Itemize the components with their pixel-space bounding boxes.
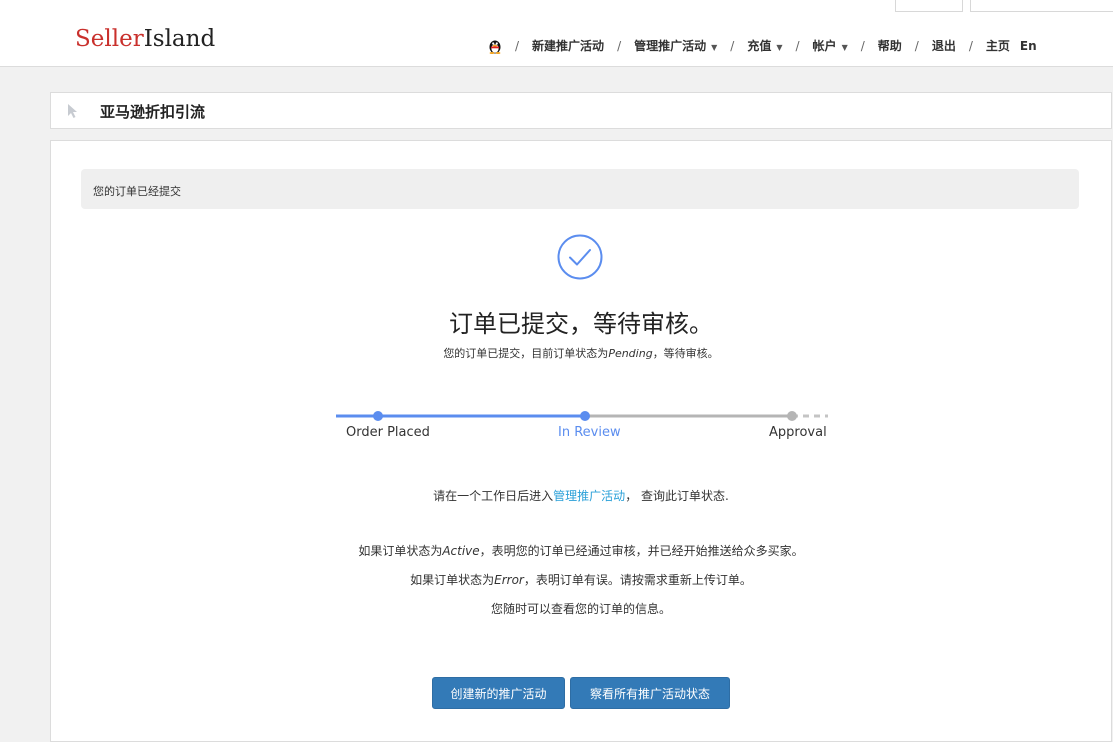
top-tab-1 xyxy=(895,0,963,12)
progress-dot-in-review xyxy=(580,411,590,421)
nav-item-language[interactable]: En xyxy=(1020,39,1037,53)
nav-item-account[interactable]: 帐户 ▼ xyxy=(813,37,848,54)
submitted-alert: 您的订单已经提交 xyxy=(81,169,1079,209)
cursor-icon xyxy=(67,103,79,123)
instruction-3-status: Error xyxy=(494,573,524,587)
alert-text: 您的订单已经提交 xyxy=(93,185,181,198)
instruction-3-prefix: 如果订单状态为 xyxy=(410,573,495,587)
brand-seller: Seller xyxy=(75,26,144,52)
panel-body: 您的订单已经提交 订单已提交，等待审核。 您的订单已提交，目前订单状态为Pend… xyxy=(50,140,1112,742)
subline-suffix: ，等待审核。 xyxy=(652,347,719,360)
check-circle-icon xyxy=(556,233,604,285)
top-strip xyxy=(0,0,1113,15)
instruction-2-prefix: 如果订单状态为 xyxy=(358,544,443,558)
step-label-in-review: In Review xyxy=(558,425,621,440)
step-label-approval: Approval xyxy=(769,425,827,440)
nav-item-recharge[interactable]: 充值 ▼ xyxy=(747,37,782,54)
progress-dot-order-placed xyxy=(373,411,383,421)
caret-down-icon: ▼ xyxy=(841,43,848,52)
manage-campaigns-link[interactable]: 管理推广活动 xyxy=(553,489,625,503)
caret-down-icon: ▼ xyxy=(711,43,718,52)
nav-item-home[interactable]: 主页 xyxy=(986,37,1010,54)
panel-title: 亚马逊折扣引流 xyxy=(100,103,206,121)
navbar: SellerIsland / 新建推广活动 / 管理推广活动 ▼ / 充值 ▼ / … xyxy=(0,15,1113,67)
brand-logo[interactable]: SellerIsland xyxy=(75,26,215,52)
status-headline: 订单已提交，等待审核。 xyxy=(449,310,713,338)
progress-tracker xyxy=(336,411,828,421)
nav-separator: / xyxy=(860,38,865,53)
nav-item-account-label: 帐户 xyxy=(812,39,837,53)
step-label-order-placed: Order Placed xyxy=(346,425,430,440)
nav-separator: / xyxy=(968,38,973,53)
top-tab-2 xyxy=(970,0,1113,12)
caret-down-icon: ▼ xyxy=(776,43,783,52)
panel-heading: 亚马逊折扣引流 xyxy=(50,92,1112,129)
nav-separator: / xyxy=(730,38,735,53)
subline-status: Pending xyxy=(608,347,653,360)
instruction-line-3: 如果订单状态为Error，表明订单有误。请按需求重新上传订单。 xyxy=(51,571,1111,588)
instruction-2-status: Active xyxy=(442,544,480,558)
instruction-3-suffix: ，表明订单有误。请按需求重新上传订单。 xyxy=(523,573,752,587)
instruction-line-2: 如果订单状态为Active，表明您的订单已经通过审核，并已经开始推送给众多买家。 xyxy=(51,542,1111,559)
nav-item-manage-campaigns-label: 管理推广活动 xyxy=(634,39,707,53)
instruction-1-suffix: ， 查询此订单状态. xyxy=(625,489,729,503)
view-all-campaigns-button[interactable]: 察看所有推广活动状态 xyxy=(570,677,730,709)
subline-prefix: 您的订单已提交，目前订单状态为 xyxy=(443,347,609,360)
main-nav: / 新建推广活动 / 管理推广活动 ▼ / 充值 ▼ / 帐户 ▼ / 帮助 / 退出… xyxy=(488,37,1037,54)
status-subline: 您的订单已提交，目前订单状态为Pending，等待审核。 xyxy=(51,345,1111,361)
nav-item-manage-campaigns[interactable]: 管理推广活动 ▼ xyxy=(634,37,717,54)
brand-island: Island xyxy=(143,26,216,52)
create-campaign-button[interactable]: 创建新的推广活动 xyxy=(432,677,565,709)
nav-item-help[interactable]: 帮助 xyxy=(878,37,902,54)
nav-item-new-campaign[interactable]: 新建推广活动 xyxy=(532,37,604,54)
nav-separator: / xyxy=(515,38,520,53)
instruction-2-suffix: ，表明您的订单已经通过审核，并已经开始推送给众多买家。 xyxy=(479,544,804,558)
nav-separator: / xyxy=(914,38,919,53)
nav-separator: / xyxy=(617,38,622,53)
nav-item-logout[interactable]: 退出 xyxy=(932,37,956,54)
instruction-line-4: 您随时可以查看您的订单的信息。 xyxy=(490,602,671,616)
progress-dot-approval xyxy=(787,411,797,421)
nav-item-recharge-label: 充值 xyxy=(747,39,772,53)
nav-separator: / xyxy=(795,38,800,53)
instruction-1-prefix: 请在一个工作日后进入 xyxy=(433,489,554,503)
qq-penguin-icon[interactable] xyxy=(488,38,502,54)
instruction-line-1: 请在一个工作日后进入管理推广活动， 查询此订单状态. xyxy=(51,487,1111,504)
